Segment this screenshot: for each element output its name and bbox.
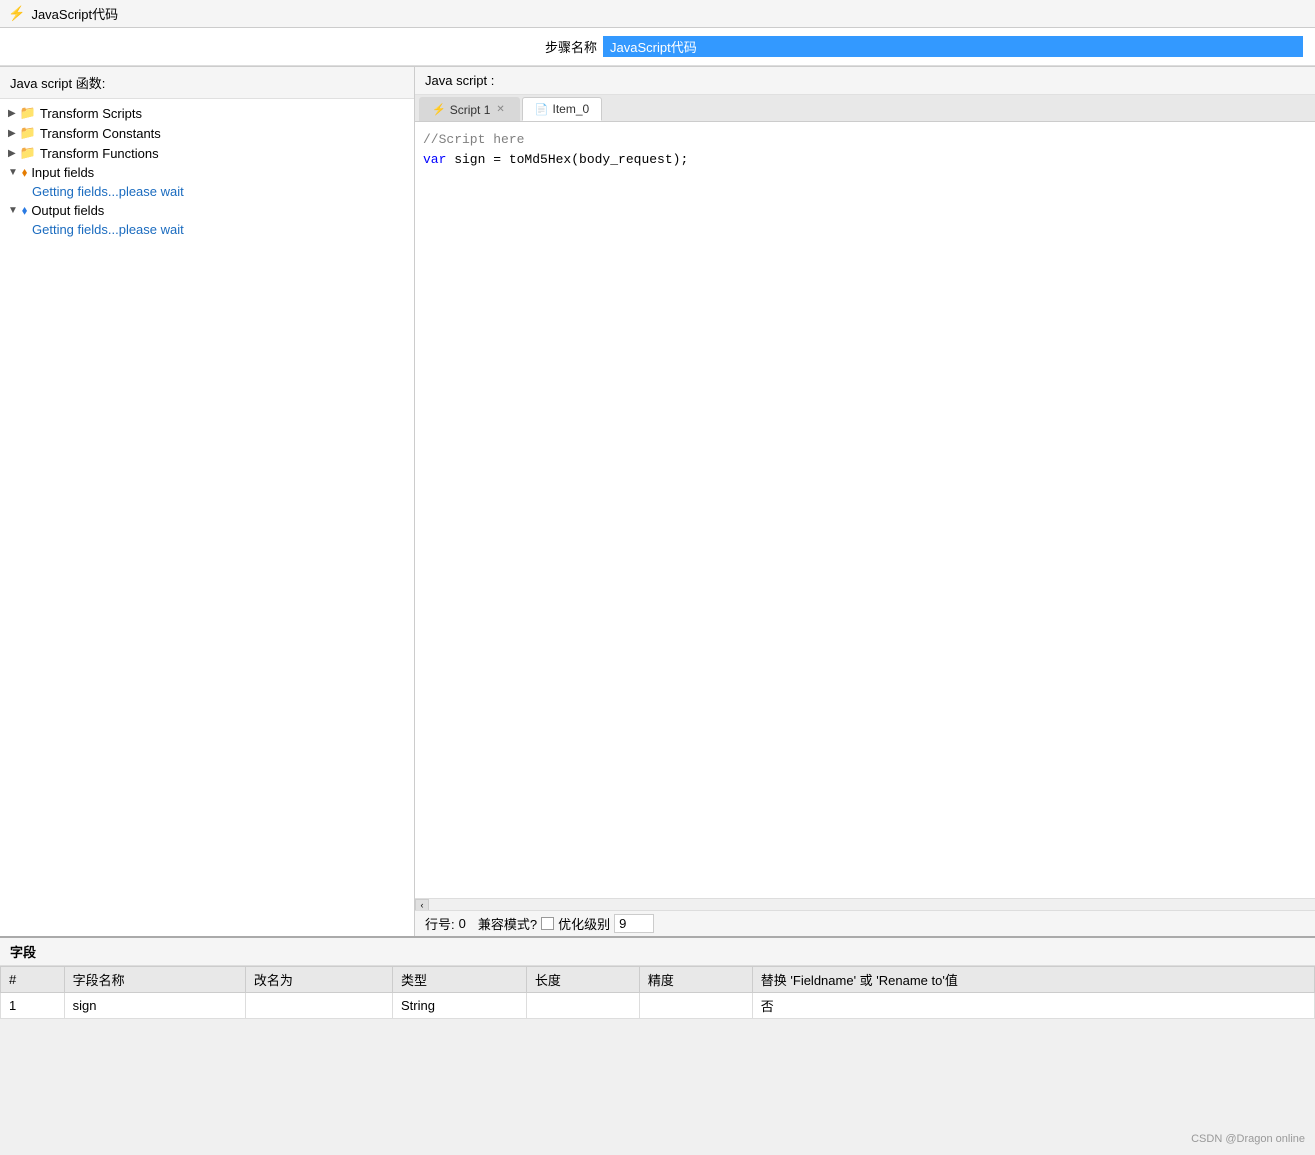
arrow-icon: ▼ — [8, 167, 18, 178]
loading-text: Getting fields...please wait — [32, 184, 184, 199]
tree-item-transform-constants[interactable]: ▶ 📁 Transform Constants — [0, 123, 414, 143]
line-number-label: 行号: — [425, 914, 455, 933]
optimize-label: 优化级别 — [558, 914, 610, 933]
table-row: 1 sign String 否 — [1, 993, 1315, 1019]
right-panel-header: Java script : — [415, 67, 1315, 95]
col-header-type: 类型 — [393, 967, 527, 993]
tab-label: Script 1 — [450, 103, 491, 117]
tree-item-transform-scripts[interactable]: ▶ 📁 Transform Scripts — [0, 103, 414, 123]
code-editor[interactable]: //Script here var sign = toMd5Hex(body_r… — [415, 122, 1315, 898]
code-line1: sign = toMd5Hex(body_request); — [446, 152, 688, 167]
tab-script1[interactable]: ⚡ Script 1 ✕ — [419, 97, 520, 121]
tab-close-icon[interactable]: ✕ — [494, 104, 506, 115]
compat-mode-item: 兼容模式? 优化级别 — [478, 914, 654, 933]
cell-num: 1 — [1, 993, 65, 1019]
cell-type: String — [393, 993, 527, 1019]
arrow-icon: ▼ — [8, 205, 18, 216]
step-name-input[interactable] — [603, 36, 1303, 57]
tree-item-transform-functions[interactable]: ▶ 📁 Transform Functions — [0, 143, 414, 163]
script-icon: ⚡ — [432, 103, 446, 116]
compat-label: 兼容模式? — [478, 914, 537, 933]
title-text: JavaScript代码 — [31, 4, 118, 23]
arrow-icon: ▶ — [8, 108, 16, 119]
code-keyword-var: var — [423, 152, 446, 167]
step-name-row: 步骤名称 — [0, 28, 1315, 66]
code-comment: //Script here — [423, 132, 524, 147]
input-fields-loading: Getting fields...please wait — [0, 182, 414, 201]
folder-icon: 📁 — [20, 145, 36, 161]
col-header-length: 长度 — [526, 967, 639, 993]
col-header-rename: 改名为 — [245, 967, 392, 993]
watermark: CSDN @Dragon online — [1191, 1133, 1305, 1145]
table-wrap: # 字段名称 改名为 类型 长度 精度 替换 'Fieldname' 或 'Re… — [0, 966, 1315, 1019]
tree-item-label: Transform Constants — [40, 126, 161, 141]
tabs-bar: ⚡ Script 1 ✕ 📄 Item_0 — [415, 95, 1315, 122]
arrow-icon: ▶ — [8, 148, 16, 159]
optimize-input[interactable] — [614, 914, 654, 933]
tree-item-input-fields[interactable]: ▼ ⬧ Input fields — [0, 163, 414, 182]
status-bar: 行号: 0 兼容模式? 优化级别 — [415, 910, 1315, 936]
loading-text: Getting fields...please wait — [32, 222, 184, 237]
col-header-name: 字段名称 — [64, 967, 245, 993]
code-scrollbar[interactable]: ‹ — [415, 898, 1315, 910]
cell-name: sign — [64, 993, 245, 1019]
tree-item-output-fields[interactable]: ▼ ⬧ Output fields — [0, 201, 414, 220]
cell-rename — [245, 993, 392, 1019]
input-fields-icon: ⬧ — [22, 165, 27, 180]
tree-item-label: Input fields — [31, 165, 94, 180]
right-panel: Java script : ⚡ Script 1 ✕ 📄 Item_0 //Sc… — [415, 67, 1315, 936]
cell-replace: 否 — [752, 993, 1314, 1019]
arrow-icon: ▶ — [8, 128, 16, 139]
tree-item-label: Output fields — [31, 203, 104, 218]
tab-label: Item_0 — [552, 102, 589, 116]
fields-table: # 字段名称 改名为 类型 长度 精度 替换 'Fieldname' 或 'Re… — [0, 966, 1315, 1019]
col-header-num: # — [1, 967, 65, 993]
folder-icon: 📁 — [20, 125, 36, 141]
output-fields-icon: ⬧ — [22, 203, 27, 218]
left-panel-header: Java script 函数: — [0, 67, 414, 99]
left-panel: Java script 函数: ▶ 📁 Transform Scripts ▶ … — [0, 67, 415, 936]
title-icon: ⚡ — [8, 5, 25, 22]
compat-checkbox[interactable] — [541, 917, 554, 930]
step-name-label: 步骤名称 — [545, 37, 597, 56]
section-header: 字段 — [0, 938, 1315, 966]
line-number-value: 0 — [459, 916, 466, 931]
tree-container: ▶ 📁 Transform Scripts ▶ 📁 Transform Cons… — [0, 99, 414, 243]
col-header-replace: 替换 'Fieldname' 或 'Rename to'值 — [752, 967, 1314, 993]
line-number-item: 行号: 0 — [425, 914, 466, 933]
title-bar: ⚡ JavaScript代码 — [0, 0, 1315, 28]
tab-item0[interactable]: 📄 Item_0 — [522, 97, 602, 121]
scroll-left-button[interactable]: ‹ — [415, 899, 429, 911]
folder-icon: 📁 — [20, 105, 36, 121]
output-fields-loading: Getting fields...please wait — [0, 220, 414, 239]
tree-item-label: Transform Scripts — [40, 106, 142, 121]
tree-item-label: Transform Functions — [40, 146, 159, 161]
cell-length — [526, 993, 639, 1019]
cell-precision — [639, 993, 752, 1019]
bottom-section: 字段 # 字段名称 改名为 类型 长度 精度 替换 'Fieldname' 或 … — [0, 936, 1315, 1019]
item-icon: 📄 — [535, 103, 549, 116]
col-header-precision: 精度 — [639, 967, 752, 993]
